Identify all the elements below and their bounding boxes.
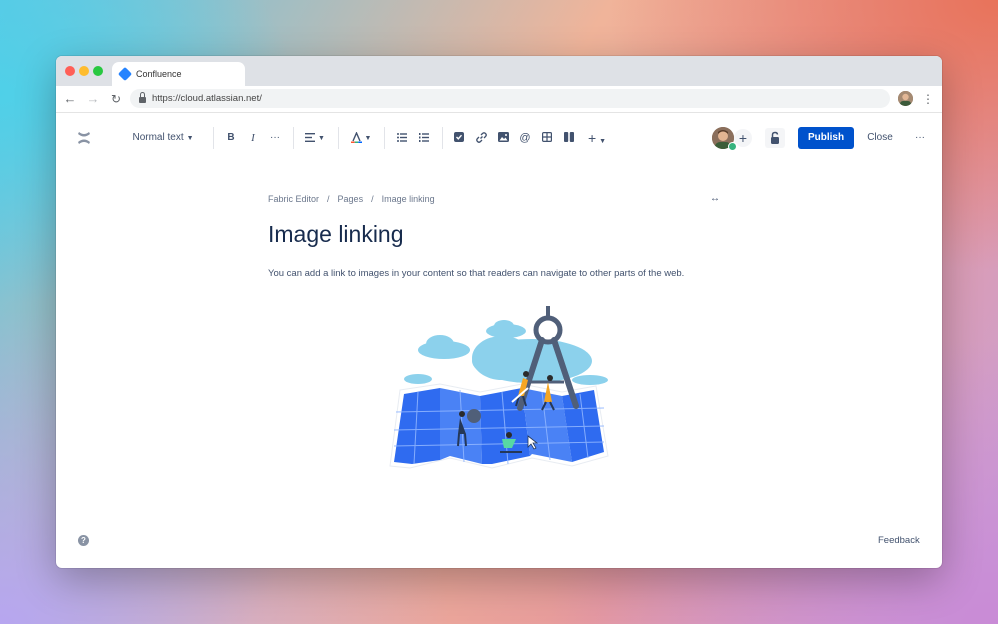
map-compass-illustration[interactable] <box>382 306 612 476</box>
table-icon <box>542 132 553 143</box>
align-left-icon <box>305 132 316 142</box>
chevron-down-icon: ▼ <box>364 135 372 142</box>
text-color-dropdown[interactable]: ▼ <box>348 128 374 148</box>
breadcrumb-item-space[interactable]: Fabric Editor <box>268 194 319 204</box>
columns-layout-icon <box>564 132 574 143</box>
image-button[interactable] <box>495 128 511 148</box>
full-width-toggle-icon[interactable]: ↔ <box>710 193 720 204</box>
reload-icon[interactable]: ↻ <box>107 90 125 108</box>
italic-button[interactable]: I <box>244 128 262 148</box>
editor-toolbar: Normal text ▼ B I ··· ▼ ▼ @ + ▼ + Publis… <box>56 113 942 163</box>
url-field[interactable]: https://cloud.atlassian.net/ <box>130 89 890 108</box>
toolbar-divider <box>338 127 339 149</box>
alignment-dropdown[interactable]: ▼ <box>302 128 328 148</box>
chevron-down-icon: ▼ <box>186 135 194 142</box>
more-options-button[interactable]: ··· <box>911 127 929 149</box>
numbered-list-button[interactable] <box>416 128 432 148</box>
back-arrow-icon[interactable]: ← <box>61 90 79 108</box>
plus-icon: + <box>587 130 597 146</box>
minimize-window-icon[interactable] <box>79 66 89 76</box>
toolbar-divider <box>213 127 214 149</box>
breadcrumb-separator: / <box>327 194 330 204</box>
close-window-icon[interactable] <box>65 66 75 76</box>
publish-button[interactable]: Publish <box>798 127 854 149</box>
browser-window: Confluence ← → ↻ https://cloud.atlassian… <box>56 56 942 568</box>
unlocked-icon <box>771 131 779 144</box>
bold-button[interactable]: B <box>222 128 240 148</box>
toolbar-divider <box>442 127 443 149</box>
chevron-down-icon: ▼ <box>599 138 607 145</box>
numbered-list-icon <box>419 132 429 142</box>
breadcrumb-separator: / <box>371 194 374 204</box>
checkbox-icon <box>454 132 464 143</box>
restrictions-button[interactable] <box>765 128 785 148</box>
tab-strip: Confluence <box>56 56 942 86</box>
breadcrumb: Fabric Editor / Pages / Image linking <box>268 194 435 204</box>
more-formatting-button[interactable]: ··· <box>266 128 284 148</box>
forward-arrow-icon[interactable]: → <box>84 90 102 108</box>
breadcrumb-item-current[interactable]: Image linking <box>382 194 435 204</box>
toolbar-divider <box>293 127 294 149</box>
browser-profile-avatar[interactable] <box>898 91 913 106</box>
bullet-list-button[interactable] <box>394 128 410 148</box>
confluence-logo-icon[interactable] <box>76 130 92 146</box>
text-color-icon <box>350 131 362 143</box>
at-sign-icon: @ <box>519 132 531 144</box>
address-bar: ← → ↻ https://cloud.atlassian.net/ ⋮ <box>56 86 942 113</box>
browser-tab[interactable]: Confluence <box>112 62 245 86</box>
layout-button[interactable] <box>561 128 577 148</box>
browser-menu-icon[interactable]: ⋮ <box>922 90 934 108</box>
confluence-favicon-icon <box>117 66 133 82</box>
add-collaborator-button[interactable]: + <box>734 129 752 147</box>
cloud-shapes <box>404 320 608 385</box>
page-title[interactable]: Image linking <box>268 221 404 248</box>
url-text: https://cloud.atlassian.net/ <box>152 93 262 104</box>
table-button[interactable] <box>539 128 555 148</box>
close-button[interactable]: Close <box>862 127 898 149</box>
text-style-dropdown[interactable]: Normal text ▼ <box>128 128 198 148</box>
mention-button[interactable]: @ <box>517 128 533 148</box>
bullet-list-icon <box>397 132 407 142</box>
link-icon <box>475 131 487 143</box>
breadcrumb-item-pages[interactable]: Pages <box>338 194 364 204</box>
text-style-label: Normal text <box>132 132 184 143</box>
action-item-button[interactable] <box>451 128 467 148</box>
link-button[interactable] <box>473 128 489 148</box>
image-icon <box>497 132 509 143</box>
insert-more-dropdown[interactable]: + ▼ <box>584 128 610 148</box>
page-body-paragraph[interactable]: You can add a link to images in your con… <box>268 268 684 279</box>
toolbar-divider <box>384 127 385 149</box>
feedback-link[interactable]: Feedback <box>878 535 920 546</box>
help-button[interactable]: ? <box>78 535 89 546</box>
lock-icon <box>139 91 146 103</box>
chevron-down-icon: ▼ <box>318 135 325 142</box>
maximize-window-icon[interactable] <box>93 66 103 76</box>
tab-title: Confluence <box>136 69 182 79</box>
